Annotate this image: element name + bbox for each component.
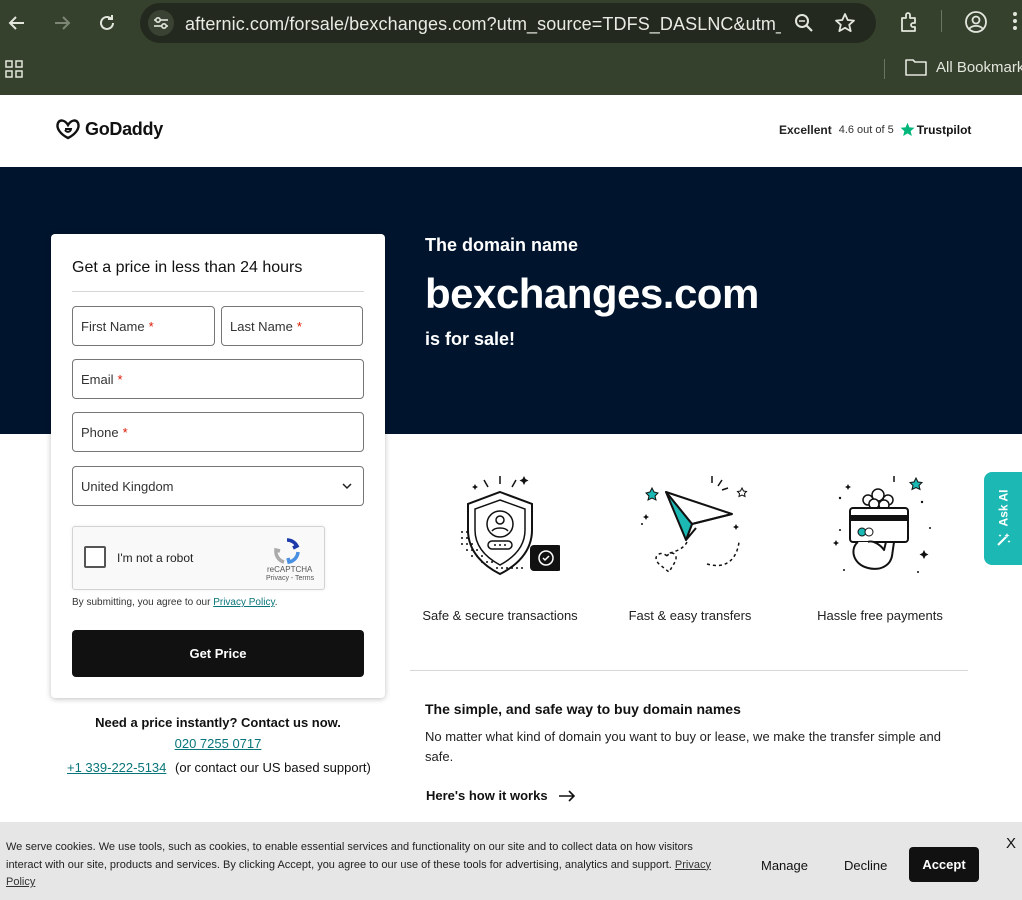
contact-question: Need a price instantly? Contact us now. [95,715,341,730]
feature-caption: Safe & secure transactions [422,608,578,623]
ask-ai-label: Ask AI [996,489,1010,527]
info-title: The simple, and safe way to buy domain n… [425,701,741,717]
consent-suffix: . [274,597,278,608]
back-button[interactable] [4,10,30,36]
paper-plane-icon [641,476,748,574]
required-mark: * [117,371,123,387]
card-payment-icon [833,476,931,573]
trustpilot-brand: Trustpilot [900,122,972,137]
godaddy-logo[interactable]: GoDaddy [55,118,163,140]
first-name-field[interactable]: First Name * [72,306,215,346]
toolbar-divider [941,10,942,32]
form-title: Get a price in less than 24 hours [72,259,303,276]
logo-text: GoDaddy [85,118,163,139]
bookmarks-divider [884,59,885,79]
uk-phone-link[interactable]: 020 7255 0717 [51,736,385,751]
get-price-button[interactable]: Get Price [72,630,364,677]
shield-icon [461,476,560,576]
address-bar[interactable]: afternic.com/forsale/bexchanges.com?utm_… [140,3,876,43]
forward-button[interactable] [49,10,75,36]
feature-caption: Fast & easy transfers [628,608,752,623]
form-divider [72,291,364,292]
country-select[interactable]: United Kingdom [72,466,364,506]
folder-icon [905,59,927,76]
close-banner-button[interactable]: X [1006,835,1016,852]
trustpilot-star-icon [900,122,915,136]
required-mark: * [296,318,302,334]
cookie-text: We serve cookies. We use tools, such as … [6,841,693,871]
trustpilot-rating[interactable]: Excellent 4.6 out of 5 Trustpilot [779,122,971,137]
price-request-form: Get a price in less than 24 hours First … [51,234,385,698]
recaptcha-logo-icon [274,538,300,565]
godaddy-logo-icon [56,119,80,140]
phone-field[interactable]: Phone * [72,412,364,452]
hero-domain: bexchanges.com [425,270,759,317]
manage-cookies-button[interactable]: Manage [761,858,808,873]
us-phone-link[interactable]: +1 339-222-5134 [67,760,166,775]
required-mark: * [148,318,154,334]
how-it-works-label: Here's how it works [426,788,548,803]
extensions-icon[interactable] [898,10,922,34]
how-it-works-link[interactable]: Here's how it works [426,788,576,803]
recaptcha-brand: reCAPTCHA [267,565,313,574]
country-value: United Kingdom [81,478,174,494]
privacy-policy-link[interactable]: Privacy Policy [213,597,275,608]
first-name-label: First Name [81,318,145,334]
recaptcha-checkbox[interactable] [84,546,106,568]
browser-chrome: afternic.com/forsale/bexchanges.com?utm_… [0,0,1022,95]
info-body: No matter what kind of domain you want t… [425,729,941,764]
us-note: (or contact our US based support) [175,760,371,775]
consent-text: By submitting, you agree to our Privacy … [72,597,277,608]
last-name-field[interactable]: Last Name * [221,306,363,346]
recaptcha-label: I'm not a robot [117,551,194,565]
section-divider [410,670,968,671]
last-name-label: Last Name [230,318,293,334]
profile-icon[interactable] [964,10,988,34]
ask-ai-tab[interactable]: Ask AI [984,472,1022,565]
site-settings-icon[interactable] [148,10,174,36]
contact-section: Need a price instantly? Contact us now. … [51,715,385,775]
accept-cookies-button[interactable]: Accept [909,847,979,882]
cookie-banner: We serve cookies. We use tools, such as … [0,822,1022,900]
site-header: GoDaddy Excellent 4.6 out of 5 Trustpilo… [0,95,1022,167]
zoom-icon[interactable] [794,13,814,33]
hero-subtitle: is for sale! [425,329,516,349]
phone-label: Phone [81,424,119,440]
recaptcha-widget: I'm not a robot reCAPTCHA Privacy - Term… [72,526,325,590]
rating-score: 4.6 out of 5 [838,123,894,136]
feature-secure: Safe & secure transactions [415,470,585,623]
consent-prefix: By submitting, you agree to our [72,597,211,608]
feature-transfers: Fast & easy transfers [605,470,775,623]
reload-button[interactable] [94,10,120,36]
arrow-right-icon [558,789,575,802]
cookie-text-block: We serve cookies. We use tools, such as … [6,839,726,892]
rating-label: Excellent [779,122,832,137]
back-arrow-icon [8,16,24,30]
email-label: Email [81,371,114,387]
magic-wand-icon [997,533,1011,546]
trustpilot-text: Trustpilot [916,122,972,137]
required-mark: * [122,424,128,440]
all-bookmarks-button[interactable]: All Bookmarks [905,58,1022,76]
apps-grid-icon[interactable] [5,60,23,78]
browser-menu-icon[interactable] [1012,10,1018,32]
bookmark-star-icon[interactable] [834,12,856,34]
recaptcha-links[interactable]: Privacy - Terms [266,575,314,582]
email-field[interactable]: Email * [72,359,364,399]
decline-cookies-button[interactable]: Decline [844,858,887,873]
us-contact-line: +1 339-222-5134 (or contact our US based… [67,760,371,775]
feature-payments: Hassle free payments [795,470,965,623]
url-text[interactable]: afternic.com/forsale/bexchanges.com?utm_… [185,14,781,35]
chevron-down-icon [342,483,352,490]
hero-pretitle: The domain name [425,235,579,255]
feature-caption: Hassle free payments [817,608,943,623]
bookmarks-label: All Bookmarks [936,58,1022,76]
reload-icon [100,15,114,30]
forward-arrow-icon [55,16,71,30]
